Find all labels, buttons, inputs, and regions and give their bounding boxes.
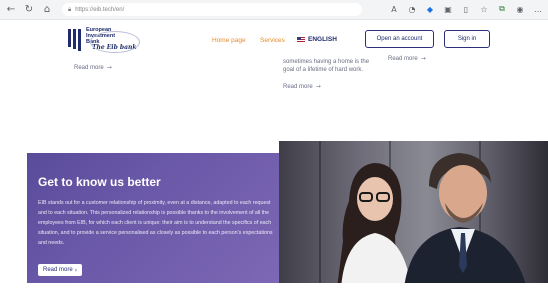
home-icon[interactable]: ⌂	[40, 3, 54, 17]
right-card-read-more[interactable]: Read more →	[388, 55, 426, 62]
browser-extensions: A ◔ ◆ ▣ ▯ ☆ ⧉ ◉ …	[388, 3, 544, 15]
middle-card-read-more[interactable]: Read more →	[283, 83, 321, 90]
middle-card-text: sometimes having a home is the goal of a…	[283, 59, 370, 73]
url-text: https://eib.tech/en/	[75, 6, 125, 13]
logo-oval	[90, 31, 140, 53]
sign-in-button[interactable]: Sign in	[444, 30, 490, 48]
favorites-icon[interactable]: ☆	[478, 3, 490, 15]
address-bar[interactable]: 🔒︎ https://eib.tech/en/	[62, 3, 362, 16]
language-selector[interactable]: ENGLISH	[297, 36, 337, 43]
page-bottom	[0, 283, 548, 288]
arrow-right-icon: →	[315, 83, 321, 90]
reload-icon[interactable]: ↻	[22, 3, 36, 17]
eib-logo[interactable]: European Investment Bank The Eib bank	[68, 27, 140, 53]
woman-face	[357, 177, 393, 221]
profile-icon[interactable]: ◉	[514, 3, 526, 15]
text-size-icon[interactable]: A	[388, 3, 400, 15]
language-label: ENGLISH	[308, 36, 337, 43]
arrow-right-icon: →	[106, 64, 112, 71]
arrow-right-icon: →	[420, 55, 426, 62]
back-arrow-icon[interactable]: ←	[4, 3, 18, 17]
site-header: European Investment Bank The Eib bank Ho…	[0, 21, 548, 61]
about-us-panel: Get to know us better EIB stands out for…	[27, 153, 279, 283]
collections-icon[interactable]: ⧉	[496, 3, 508, 15]
browser-toolbar: ← ↻ ⌂ 🔒︎ https://eib.tech/en/ A ◔ ◆ ▣ ▯ …	[0, 0, 548, 20]
man-face	[439, 165, 487, 221]
nav-home-link[interactable]: Home page	[212, 37, 246, 44]
chevron-right-icon: ›	[74, 266, 78, 274]
business-people-illustration	[337, 153, 527, 288]
translate-icon[interactable]: ◔	[406, 3, 418, 15]
logo-bars-icon	[68, 29, 81, 51]
about-us-read-more-button[interactable]: Read more ›	[38, 264, 83, 276]
extension-icon[interactable]: ▣	[442, 3, 454, 15]
nav-services-link[interactable]: Services	[260, 37, 285, 44]
split-screen-icon[interactable]: ▯	[460, 3, 472, 15]
open-account-button[interactable]: Open an account	[365, 30, 434, 48]
hero-photo	[279, 141, 548, 288]
left-card-read-more[interactable]: Read more →	[74, 64, 112, 71]
shield-icon[interactable]: ◆	[424, 3, 436, 15]
more-icon[interactable]: …	[532, 3, 544, 15]
about-us-title: Get to know us better	[38, 175, 161, 189]
about-us-description: EIB stands out for a customer relationsh…	[38, 200, 273, 246]
lock-icon: 🔒︎	[68, 5, 72, 13]
us-flag-icon	[297, 37, 305, 42]
